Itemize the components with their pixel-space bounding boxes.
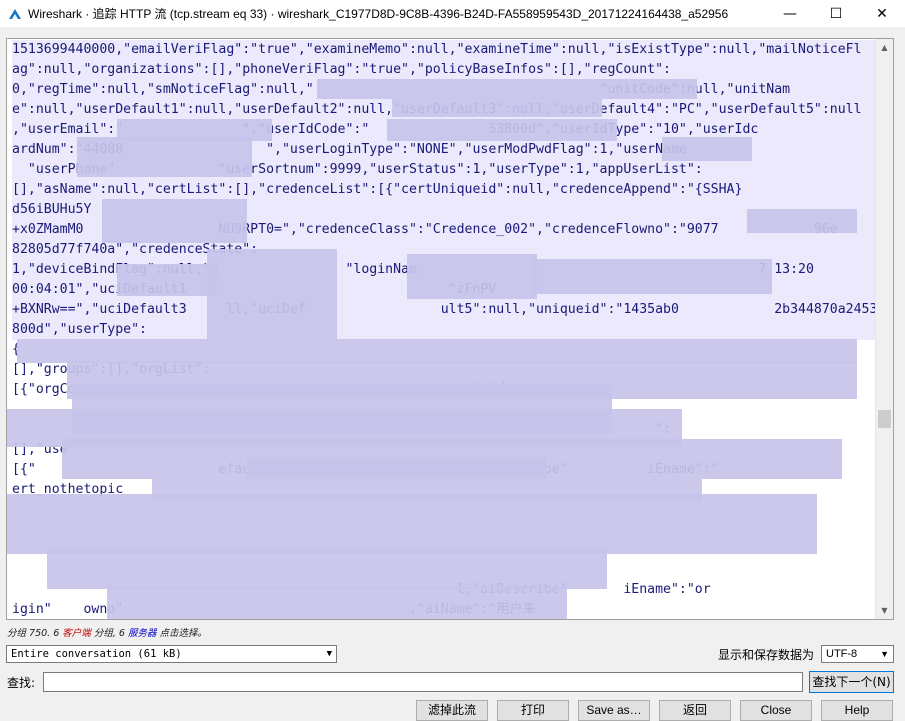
wireshark-fin-icon <box>6 5 24 23</box>
redaction-block <box>317 79 697 99</box>
redaction-block <box>387 119 617 141</box>
redaction-block <box>17 339 857 363</box>
back-button[interactable]: 返回 <box>659 700 731 721</box>
find-input[interactable] <box>43 672 803 692</box>
scroll-down-icon[interactable]: ▼ <box>876 602 893 619</box>
status-suffix: 点击选择。 <box>159 628 208 639</box>
save-as-button[interactable]: Save as… <box>578 700 650 721</box>
filter-out-button[interactable]: 滤掉此流 <box>416 700 488 721</box>
stream-status: 分组 750. 6 客户端 分组, 6 服务器 点击选择。 <box>7 625 207 639</box>
stream-line: 1513699440000,"emailVeriFlag":"true","ex… <box>12 40 875 60</box>
scroll-up-icon[interactable]: ▲ <box>876 39 893 56</box>
redaction-block <box>7 494 817 554</box>
chevron-down-icon: ▼ <box>326 649 332 659</box>
title-bar: Wireshark · 追踪 HTTP 流 (tcp.stream eq 33)… <box>0 0 905 27</box>
find-label: 查找: <box>7 676 36 690</box>
redaction-block <box>47 549 607 589</box>
stream-content-panel[interactable]: 1513699440000,"emailVeriFlag":"true","ex… <box>6 38 894 620</box>
chevron-down-icon: ▼ <box>880 649 889 659</box>
redaction-block <box>117 264 217 296</box>
save-format-label: 显示和保存数据为 <box>718 648 815 662</box>
redaction-block <box>207 249 337 339</box>
stream-line: 800d","userType": <box>12 320 875 340</box>
minimize-icon[interactable]: — <box>767 0 813 27</box>
scrollbar-thumb[interactable] <box>878 409 891 428</box>
conversation-select[interactable]: Entire conversation (61 kB) ▼ <box>6 645 337 663</box>
client-label: 客户端 <box>62 628 91 639</box>
status-middle: 分组, 6 <box>93 628 125 639</box>
encoding-select-value: UTF-8 <box>826 648 858 660</box>
redaction-block <box>392 99 602 117</box>
conversation-select-value: Entire conversation (61 kB) <box>11 648 182 660</box>
stream-line: ag":null,"organizations":[],"phoneVeriFl… <box>12 60 875 80</box>
encoding-select[interactable]: UTF-8 ▼ <box>821 645 894 663</box>
server-label: 服务器 <box>127 628 157 639</box>
print-button[interactable]: 打印 <box>497 700 569 721</box>
redaction-block <box>747 209 857 233</box>
find-next-button[interactable]: 查找下一个(N) <box>809 671 894 693</box>
redaction-block <box>247 457 547 479</box>
redaction-block <box>662 137 752 161</box>
status-prefix: 分组 750. 6 <box>7 628 60 639</box>
stream-line: [],"asName":null,"certList":[],"credence… <box>12 180 875 200</box>
redaction-block <box>77 137 252 177</box>
stream-line: +BXNRw==","uciDefault3 ll,"uciDef ult5":… <box>12 300 875 320</box>
close-button[interactable]: Close <box>740 700 812 721</box>
redaction-block <box>532 259 772 294</box>
close-icon[interactable]: ✕ <box>859 0 905 27</box>
redaction-block <box>107 587 567 619</box>
redaction-block <box>407 254 537 299</box>
window-title: Wireshark · 追踪 HTTP 流 (tcp.stream eq 33)… <box>28 7 729 21</box>
maximize-icon[interactable]: ☐ <box>813 0 859 27</box>
redaction-block <box>102 199 247 243</box>
vertical-scrollbar[interactable]: ▲ ▼ <box>875 39 893 619</box>
help-button[interactable]: Help <box>821 700 893 721</box>
